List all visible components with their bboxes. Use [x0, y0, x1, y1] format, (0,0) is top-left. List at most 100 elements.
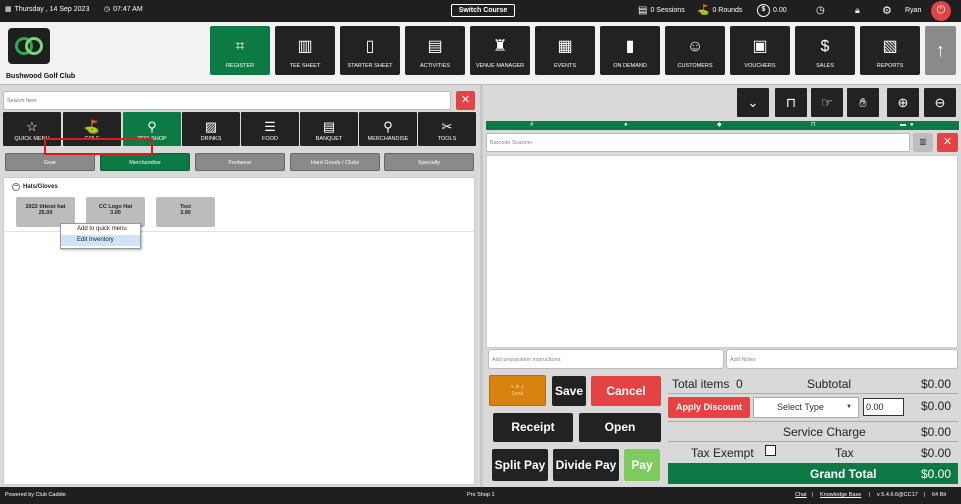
nav-activities[interactable]: ▤ ACTIVITIES [405, 26, 465, 75]
remove-button[interactable]: ⊖ [924, 88, 956, 117]
knowledge-base-link[interactable]: Knowledge Base [820, 492, 861, 498]
main-header: Bushwood Golf Club ⌗ REGISTER ▥ TEE SHEE… [0, 22, 961, 85]
notes-input[interactable]: Add Notes [726, 349, 958, 369]
category-food[interactable]: ☰ FOOD [241, 112, 299, 146]
nav-tee-sheet[interactable]: ▥ TEE SHEET [275, 26, 335, 75]
divider [668, 421, 958, 422]
nav-label: TEE SHEET [289, 63, 321, 69]
nav-sales[interactable]: $ SALES [795, 26, 855, 75]
lock-icon: 🔒︎ [855, 5, 860, 15]
gear-icon: ⚙ [882, 5, 892, 17]
discount-type-select[interactable]: Select Type ▼ [753, 397, 859, 418]
clear-search-button[interactable]: ✕ [456, 91, 475, 110]
discount-amount-input[interactable]: 0.00 [863, 398, 904, 416]
separator: | [924, 492, 926, 498]
clear-barcode-button[interactable]: ✕ [937, 133, 958, 152]
collapse-toggle-button[interactable]: ⌄ [737, 88, 769, 117]
nav-vouchers[interactable]: ▣ VOUCHERS [730, 26, 790, 75]
nav-venue-manager[interactable]: ♜ VENUE MANAGER [470, 26, 530, 75]
subcategory-hard-goods[interactable]: Hard Goods / Clubs [290, 153, 380, 171]
user-menu[interactable]: Ryan [905, 4, 921, 17]
person-column-icon: ● [910, 122, 914, 128]
add-button[interactable]: ⊕ [887, 88, 919, 117]
merchandise-icon: ⚲ [383, 119, 393, 134]
category-drinks[interactable]: ▨ DRINKS [182, 112, 240, 146]
balance-indicator[interactable]: $ 0.00 [757, 4, 787, 17]
transfer-button[interactable]: ☞ [811, 88, 843, 117]
hand-icon: ✋︎ [859, 95, 867, 110]
context-add-quick-menu[interactable]: Add to quick menu [61, 224, 140, 235]
product-tile[interactable]: Test 3.90 [156, 197, 215, 227]
rounds-indicator[interactable]: ⛳ 0 Rounds [697, 4, 742, 17]
pay-button[interactable]: Pay [624, 449, 660, 481]
power-icon[interactable]: ⏻ [931, 1, 951, 21]
order-panel: ⌄ ⊓ ☞ ✋︎ ⊕ ⊖ # ● ◆ ⊓ ▬ ● Barcode Scanner… [483, 85, 961, 487]
collapse-icon[interactable]: − [12, 183, 20, 191]
open-button[interactable]: Open [579, 413, 661, 442]
lock-button[interactable]: 🔒︎ [855, 4, 860, 17]
send-icons: ≡ ⊕ ⍋ [511, 384, 524, 390]
tax-exempt-checkbox[interactable] [765, 445, 776, 456]
category-tools[interactable]: ✂ TOOLS [418, 112, 476, 146]
chat-link[interactable]: Chat [795, 492, 807, 498]
subcategory-gear[interactable]: Gear [5, 153, 95, 171]
nav-reports[interactable]: ▧ REPORTS [860, 26, 920, 75]
table-column-icon: ⊓ [811, 122, 816, 128]
table-button[interactable]: ⊓ [775, 88, 807, 117]
subcategory-merchandise[interactable]: Merchandise [100, 153, 190, 171]
club-name: Bushwood Golf Club [6, 73, 76, 80]
nav-customers[interactable]: ☺ CUSTOMERS [665, 26, 725, 75]
nav-label: REPORTS [876, 63, 904, 69]
subcategory-footwear[interactable]: Footwear [195, 153, 285, 171]
minus-icon: ⊖ [934, 95, 946, 110]
version-text: v 5.4.6.6@CC17 [877, 492, 918, 498]
plus-icon: ⊕ [897, 95, 909, 110]
nav-register[interactable]: ⌗ REGISTER [210, 26, 270, 75]
category-merchandise[interactable]: ⚲ MERCHANDISE [359, 112, 417, 146]
save-button[interactable]: Save [552, 376, 586, 406]
nav-on-demand[interactable]: ▮ ON DEMAND [600, 26, 660, 75]
barcode-scanner-input[interactable]: Barcode Scanner [486, 133, 910, 152]
date-text: Thursday , 14 Sep 2023 [14, 5, 90, 13]
discount-value: $0.00 [920, 399, 951, 413]
subcategory-specialty[interactable]: Specialty [384, 153, 474, 171]
golf-cart-icon: ⛳ [697, 5, 710, 16]
apply-discount-button[interactable]: Apply Discount [668, 397, 750, 418]
divide-pay-button[interactable]: Divide Pay [553, 449, 619, 481]
pro-shop-icon: ⚲ [147, 119, 157, 134]
split-pay-button[interactable]: Split Pay [492, 449, 548, 481]
context-edit-inventory[interactable]: Edit Inventory [61, 235, 140, 246]
cancel-button[interactable]: Cancel [591, 376, 661, 406]
nav-label: ACTIVITIES [420, 63, 450, 69]
preparation-instructions-input[interactable]: Add preparation instructions [488, 349, 724, 369]
barcode-icon: ▥ [919, 137, 927, 146]
category-banquet[interactable]: ▤ BANQUET [300, 112, 358, 146]
receipt-button[interactable]: Receipt [493, 413, 573, 442]
time-text: 07:47 AM [113, 5, 143, 13]
switch-course-button[interactable]: Switch Course [451, 4, 515, 17]
scroll-up-button[interactable]: ↑ [925, 26, 956, 75]
handoff-button[interactable]: ✋︎ [847, 88, 879, 117]
clock-icon: ◷ [104, 6, 111, 13]
grand-total-value: $0.00 [920, 467, 951, 481]
calendar-list-icon: ▤ [427, 38, 443, 55]
subtotal-label: Subtotal [807, 377, 852, 391]
search-input[interactable] [3, 91, 451, 110]
events-calendar-icon: ▦ [557, 38, 573, 55]
send-button[interactable]: ≡ ⊕ ⍋ Send [489, 375, 546, 406]
nav-starter-sheet[interactable]: ▯ STARTER SHEET [340, 26, 400, 75]
tax-exempt-label: Tax Exempt [691, 446, 754, 460]
club-logo [8, 28, 50, 64]
sessions-indicator[interactable]: ▤ 0 Sessions [638, 4, 685, 17]
nav-events[interactable]: ▦ EVENTS [535, 26, 595, 75]
grand-total-bar: Grand Total $0.00 [668, 463, 958, 484]
group-header[interactable]: − Hats/Gloves [12, 183, 58, 191]
card-column-icon: ▬ [900, 122, 906, 128]
banquet-icon: ▤ [322, 119, 336, 134]
settings-button[interactable]: ⚙ [882, 4, 892, 17]
separator: | [812, 492, 814, 498]
tee-sheet-icon: ▥ [297, 38, 313, 55]
timer-indicator[interactable]: ◷ [816, 4, 825, 17]
barcode-button[interactable]: ▥ [913, 133, 933, 152]
arrow-up-icon: ↑ [936, 40, 945, 60]
